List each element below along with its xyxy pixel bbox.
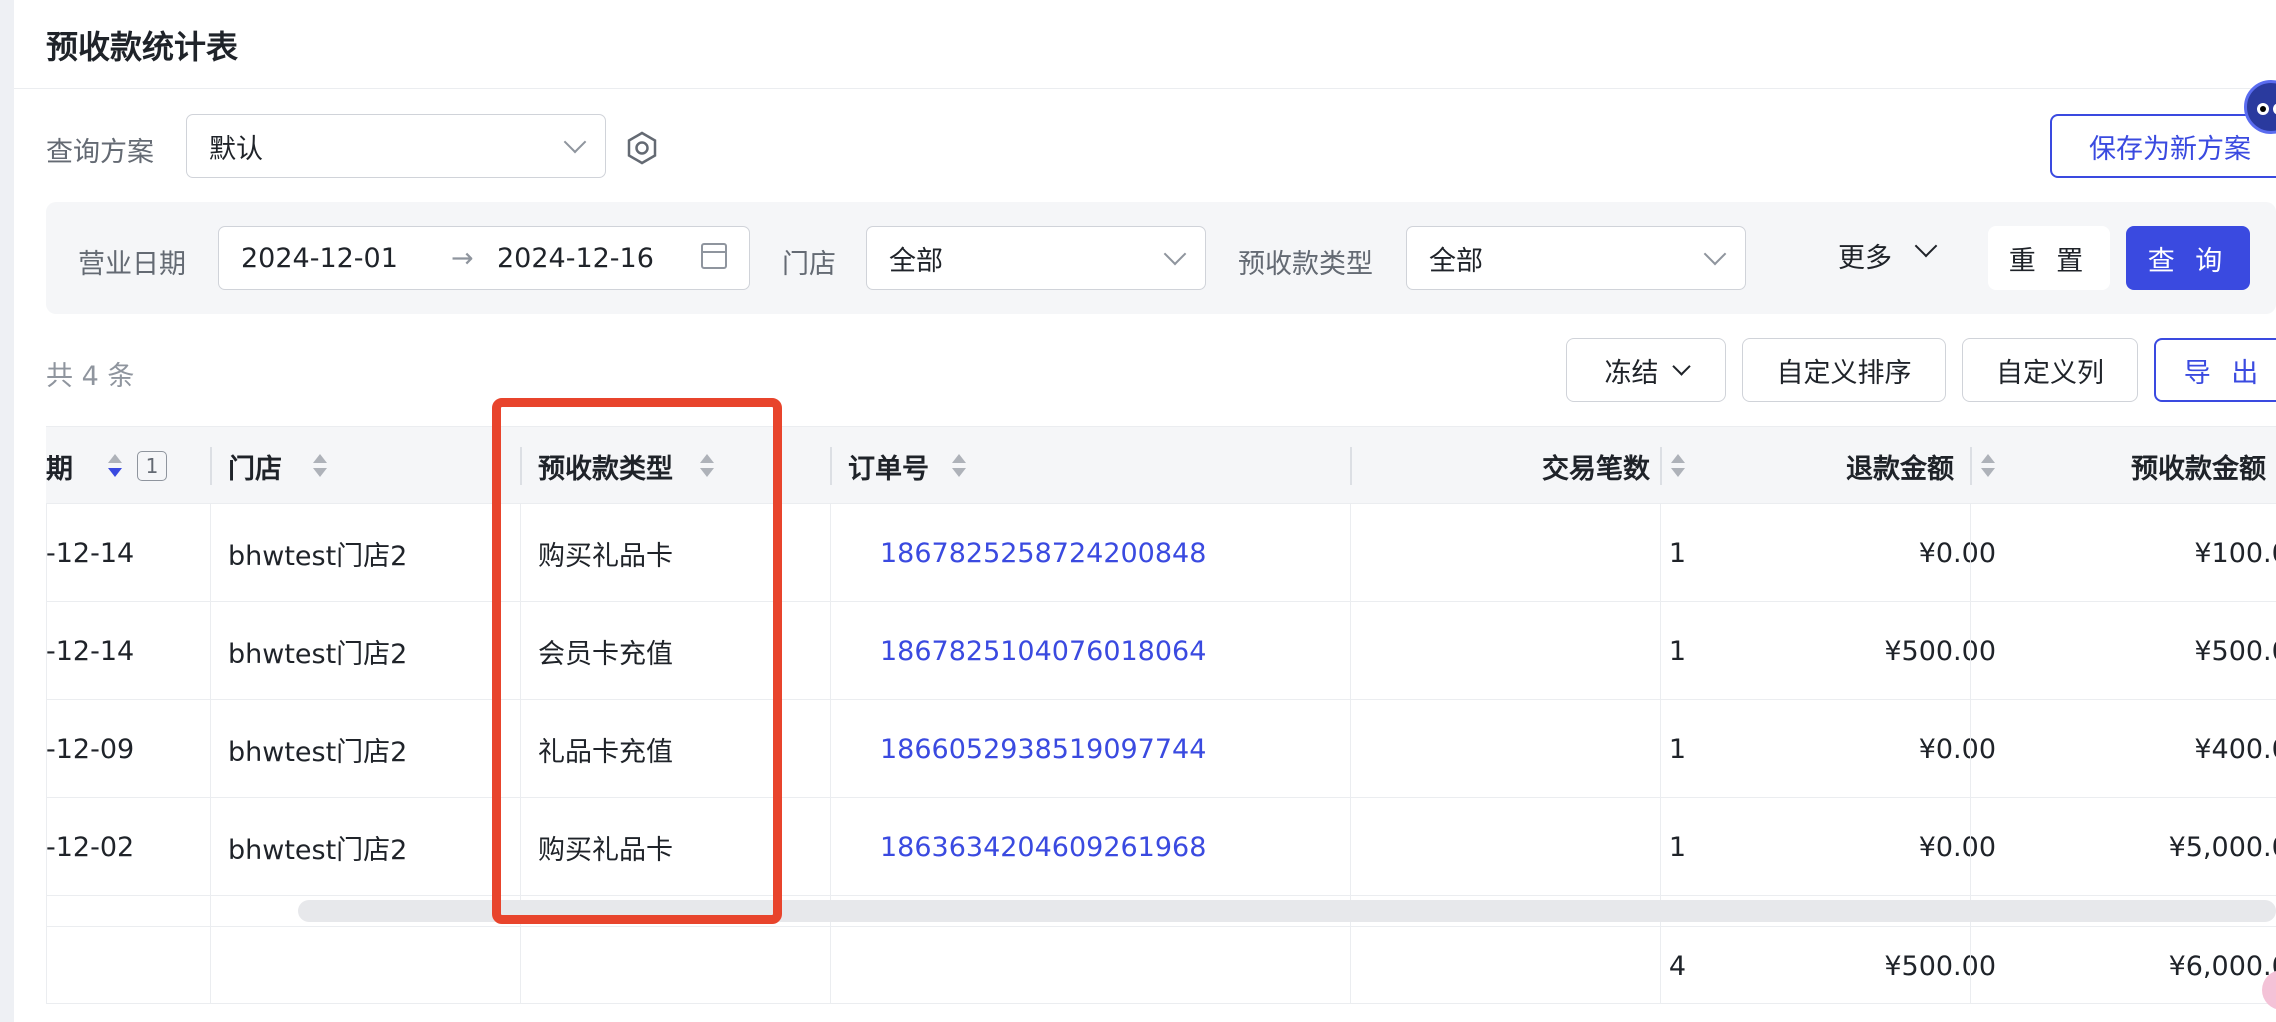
cell-store: bhwtest门店2: [228, 736, 408, 768]
save-new-scheme-button[interactable]: 保存为新方案: [2050, 114, 2276, 178]
store-value: 全部: [889, 245, 943, 277]
sort-icon[interactable]: [107, 453, 123, 479]
column-divider: [1660, 447, 1662, 485]
cell-amount: ¥500.00: [2194, 635, 2276, 667]
col-header-amount[interactable]: 预收款金额: [1980, 427, 2276, 505]
total-tx-count: 4: [1668, 950, 1686, 982]
settings-icon[interactable]: [624, 130, 660, 166]
col-header-store-label: 门店: [228, 453, 282, 485]
highlight-annotation-box: [492, 398, 782, 924]
table-totals-row: 4 ¥500.00 ¥6,000.00: [46, 926, 2276, 1004]
store-select[interactable]: 全部: [866, 226, 1206, 290]
cell-order-link[interactable]: 1867825258724200848: [880, 504, 1206, 602]
col-header-order[interactable]: 订单号: [848, 427, 1148, 505]
cell-store: bhwtest门店2: [228, 638, 408, 670]
query-button[interactable]: 查 询: [2126, 226, 2250, 290]
page-title: 预收款统计表: [46, 28, 239, 66]
col-header-amount-label: 预收款金额: [2131, 453, 2266, 485]
total-refund: ¥500.00: [1884, 950, 1996, 982]
type-filter-label: 预收款类型: [1238, 249, 1373, 280]
col-header-date-label: 期: [46, 453, 73, 485]
custom-sort-button[interactable]: 自定义排序: [1742, 338, 1946, 402]
total-amount: ¥6,000.00: [2168, 950, 2276, 982]
sort-order-badge: 1: [137, 451, 167, 481]
column-divider: [1970, 447, 1972, 485]
record-count: 共 4 条: [46, 361, 135, 392]
grid-line: [1660, 504, 1661, 1004]
date-start: 2024-12-01: [241, 243, 398, 274]
cell-store: bhwtest门店2: [228, 540, 408, 572]
more-label: 更多: [1838, 243, 1892, 274]
cell-tx-count: 1: [1668, 733, 1686, 765]
scheme-label: 查询方案: [46, 137, 154, 168]
table-row: -12-14 bhwtest门店2 会员卡充值 1867825104076018…: [46, 602, 2276, 700]
freeze-button[interactable]: 冻结: [1566, 338, 1726, 402]
cell-tx-count: 1: [1668, 635, 1686, 667]
cell-order-link[interactable]: 1863634204609261968: [880, 798, 1206, 896]
cell-refund: ¥0.00: [1918, 831, 1996, 863]
table-row: -12-02 bhwtest门店2 购买礼品卡 1863634204609261…: [46, 798, 2276, 896]
cell-order-link[interactable]: 1867825104076018064: [880, 602, 1206, 700]
table-row: -12-09 bhwtest门店2 礼品卡充值 1866052938519097…: [46, 700, 2276, 798]
sort-icon[interactable]: [312, 453, 328, 479]
date-range-picker[interactable]: 2024-12-01 → 2024-12-16: [218, 226, 750, 290]
col-header-order-label: 订单号: [848, 453, 929, 485]
cell-date: -12-14: [46, 537, 135, 569]
column-divider: [210, 447, 212, 485]
cell-amount: ¥100.00: [2194, 537, 2276, 569]
scheme-value: 默认: [209, 133, 263, 165]
cell-order-link[interactable]: 1866052938519097744: [880, 700, 1206, 798]
date-filter-label: 营业日期: [78, 249, 186, 280]
date-end: 2024-12-16: [497, 243, 654, 274]
col-header-store[interactable]: 门店: [228, 427, 508, 505]
cell-tx-count: 1: [1668, 831, 1686, 863]
freeze-label: 冻结: [1604, 357, 1659, 389]
table-header: 期 1 门店 预收款类型 订单号 交易笔数 退款金额 预收款金额: [46, 426, 2276, 504]
col-header-tx-count-label: 交易笔数: [1542, 453, 1650, 485]
column-divider: [830, 447, 832, 485]
grid-line: [46, 504, 47, 1004]
cell-refund: ¥500.00: [1884, 635, 1996, 667]
column-divider: [1350, 447, 1352, 485]
col-header-date[interactable]: 期 1: [46, 427, 211, 505]
table-row: -12-14 bhwtest门店2 购买礼品卡 1867825258724200…: [46, 504, 2276, 602]
grid-line: [830, 504, 831, 1004]
calendar-icon: [701, 243, 727, 269]
type-select[interactable]: 全部: [1406, 226, 1746, 290]
grid-line: [1350, 504, 1351, 1004]
cell-tx-count: 1: [1668, 537, 1686, 569]
col-header-tx-count[interactable]: 交易笔数: [1360, 427, 1686, 505]
sort-icon[interactable]: [951, 453, 967, 479]
cell-date: -12-09: [46, 733, 135, 765]
store-filter-label: 门店: [782, 249, 836, 280]
title-divider: [14, 88, 2276, 89]
custom-columns-button[interactable]: 自定义列: [1962, 338, 2138, 402]
col-header-refund-label: 退款金额: [1846, 453, 1954, 485]
reset-button[interactable]: 重 置: [1988, 226, 2110, 290]
col-header-refund[interactable]: 退款金额: [1670, 427, 1996, 505]
type-value: 全部: [1429, 245, 1483, 277]
cell-store: bhwtest门店2: [228, 834, 408, 866]
chevron-down-icon: [1671, 356, 1691, 376]
export-button[interactable]: 导 出: [2154, 338, 2276, 402]
scheme-select[interactable]: 默认: [186, 114, 606, 178]
cell-amount: ¥400.00: [2194, 733, 2276, 765]
cell-date: -12-14: [46, 635, 135, 667]
left-strip: [0, 0, 14, 1022]
cell-refund: ¥0.00: [1918, 537, 1996, 569]
cell-refund: ¥0.00: [1918, 733, 1996, 765]
date-arrow-icon: →: [451, 243, 474, 274]
cell-amount: ¥5,000.00: [2168, 831, 2276, 863]
grid-line: [1970, 504, 1971, 1004]
cell-date: -12-02: [46, 831, 135, 863]
grid-line: [210, 504, 211, 1004]
more-filters-button[interactable]: 更多: [1838, 234, 1938, 275]
